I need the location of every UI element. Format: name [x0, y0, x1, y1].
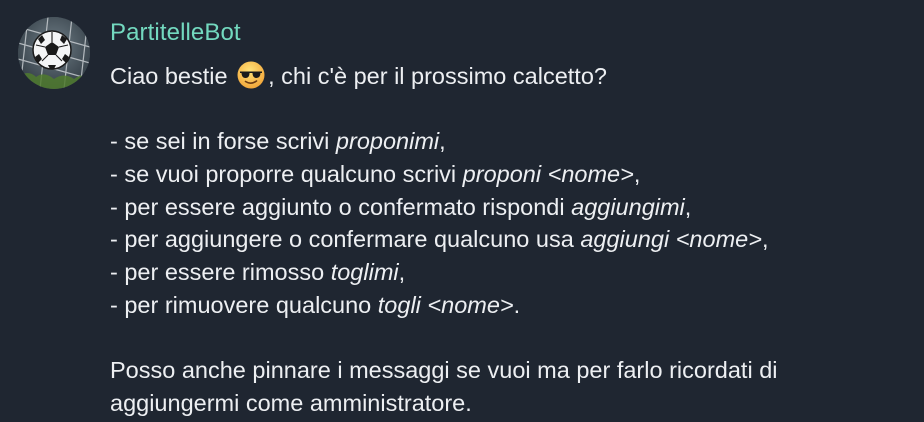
instruction-text: - per rimuovere qualcuno — [110, 291, 378, 318]
command-text: toglimi — [330, 259, 399, 286]
greeting-question: , chi c'è per il prossimo calcetto? — [268, 63, 607, 89]
sunglasses-emoji-icon — [237, 61, 265, 89]
instruction-text: - se sei in forse scrivi — [110, 128, 336, 155]
bot-avatar[interactable] — [18, 17, 90, 89]
command-text: aggiungimi — [571, 193, 685, 220]
instruction-line: - se vuoi proporre qualcuno scrivi propo… — [110, 158, 910, 191]
punctuation: , — [439, 128, 446, 155]
instruction-line: - per rimuovere qualcuno togli <nome>. — [110, 289, 910, 322]
greeting-line: Ciao bestie , chi c'è per il prossimo ca… — [110, 60, 910, 93]
instruction-line: - per essere aggiunto o confermato rispo… — [110, 191, 910, 224]
command-text: proponimi — [335, 128, 440, 155]
instruction-text: - per essere rimosso — [110, 259, 331, 286]
punctuation: , — [633, 161, 641, 188]
instruction-line: - per essere rimosso toglimi, — [110, 256, 910, 289]
closing-line-2: aggiungermi come amministratore. — [110, 389, 472, 416]
instruction-text: - per aggiungere o confermare qualcuno u… — [110, 226, 581, 253]
punctuation: . — [513, 291, 521, 318]
chat-message: PartitelleBot Ciao bestie , chi c'è per … — [0, 0, 924, 422]
command-text: aggiungi <nome> — [580, 226, 762, 253]
command-text: togli <nome> — [377, 291, 514, 318]
punctuation: , — [398, 259, 406, 286]
soccer-ball-icon — [18, 17, 90, 89]
instruction-text: - per essere aggiunto o confermato rispo… — [110, 193, 572, 220]
punctuation: , — [761, 226, 769, 253]
sender-name[interactable]: PartitelleBot — [110, 19, 241, 47]
punctuation: , — [684, 193, 692, 220]
instruction-text: - se vuoi proporre qualcuno scrivi — [110, 161, 463, 188]
command-text: proponi <nome> — [462, 161, 634, 188]
greeting-text: Ciao bestie — [110, 63, 228, 89]
closing-line-1: Posso anche pinnare i messaggi se vuoi m… — [110, 357, 778, 384]
instruction-line: - se sei in forse scrivi proponimi, — [110, 125, 910, 158]
instruction-line: - per aggiungere o confermare qualcuno u… — [110, 223, 910, 256]
message-text: Ciao bestie , chi c'è per il prossimo ca… — [110, 60, 910, 420]
